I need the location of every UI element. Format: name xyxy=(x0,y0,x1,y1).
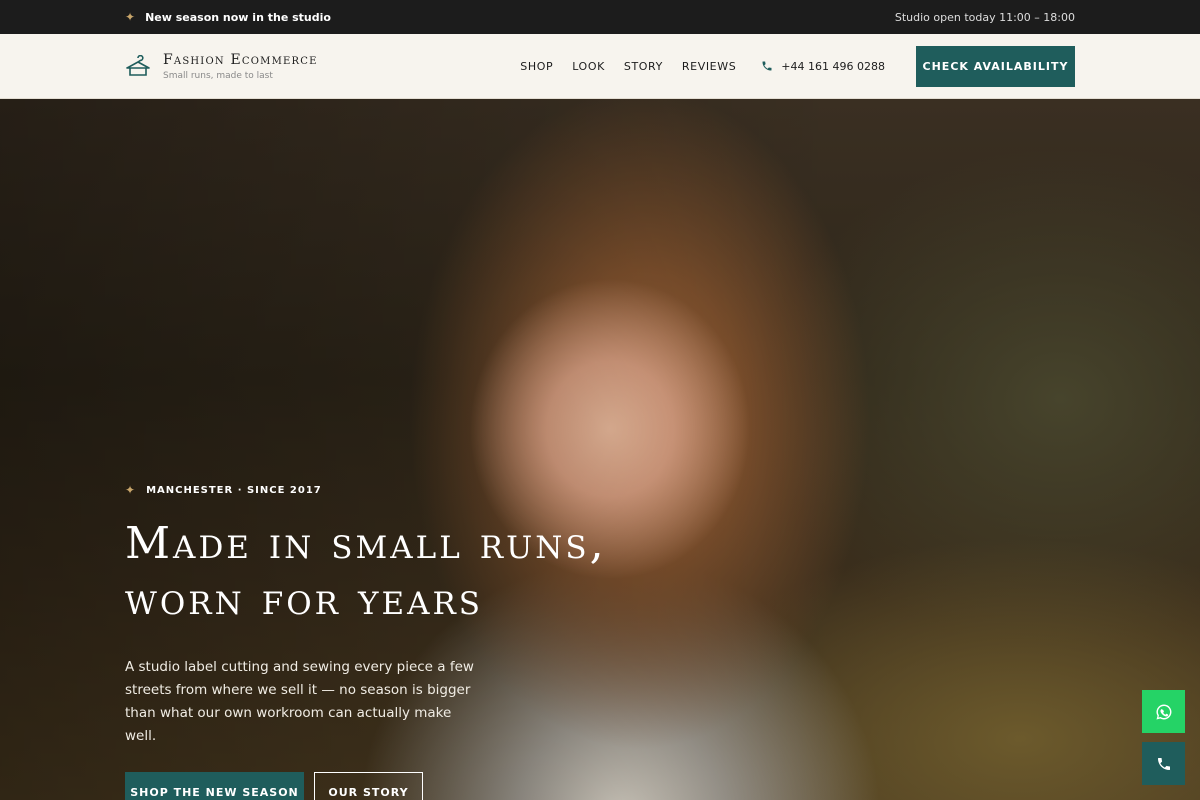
brand-tagline: Small runs, made to last xyxy=(163,70,273,81)
sparkle-icon: ✦ xyxy=(125,483,137,497)
studio-hours: Studio open today 11:00 – 18:00 xyxy=(894,10,1075,24)
phone-link[interactable]: +44 161 496 0288 xyxy=(761,60,885,73)
phone-number: +44 161 496 0288 xyxy=(781,59,885,73)
our-story-button[interactable]: OUR STORY xyxy=(314,772,423,800)
headline-line-1: Made in small runs, xyxy=(125,518,607,569)
brand-logo[interactable]: Fashion Ecommerce Small runs, made to la… xyxy=(125,52,318,81)
hero-buttons: SHOP THE NEW SEASON OUR STORY xyxy=(125,772,685,800)
announcement: ✦ New season now in the studio xyxy=(125,11,331,24)
hero-section: ✦ MANCHESTER · SINCE 2017 Made in small … xyxy=(0,99,1200,800)
hero-content: ✦ MANCHESTER · SINCE 2017 Made in small … xyxy=(125,484,685,800)
phone-icon xyxy=(762,61,772,71)
sparkle-icon: ✦ xyxy=(125,10,136,24)
announcement-text: New season now in the studio xyxy=(145,10,331,24)
site-header: Fashion Ecommerce Small runs, made to la… xyxy=(0,34,1200,99)
nav-shop[interactable]: SHOP xyxy=(520,60,553,73)
hanger-icon xyxy=(126,55,150,76)
hero-subtext: A studio label cutting and sewing every … xyxy=(125,659,474,744)
nav-reviews[interactable]: REVIEWS xyxy=(682,60,736,73)
brand-name: Fashion Ecommerce xyxy=(163,51,318,68)
nav-story[interactable]: STORY xyxy=(624,60,663,73)
phone-icon xyxy=(1157,757,1170,770)
headline-line-2: worn for years xyxy=(125,574,484,625)
announcement-bar: ✦ New season now in the studio Studio op… xyxy=(0,0,1200,34)
call-button[interactable] xyxy=(1142,742,1185,785)
whatsapp-button[interactable] xyxy=(1142,690,1185,733)
hero-eyebrow: ✦ MANCHESTER · SINCE 2017 xyxy=(125,484,685,496)
check-availability-button[interactable]: CHECK AVAILABILITY xyxy=(916,45,1075,87)
shop-new-season-button[interactable]: SHOP THE NEW SEASON xyxy=(125,772,304,800)
eyebrow-text: MANCHESTER · SINCE 2017 xyxy=(146,484,322,496)
main-nav: SHOP LOOK STORY REVIEWS +44 161 496 0288… xyxy=(520,45,1075,87)
nav-look[interactable]: LOOK xyxy=(572,60,605,73)
whatsapp-icon xyxy=(1156,704,1171,719)
hero-headline: Made in small runs, worn for years xyxy=(125,516,685,628)
